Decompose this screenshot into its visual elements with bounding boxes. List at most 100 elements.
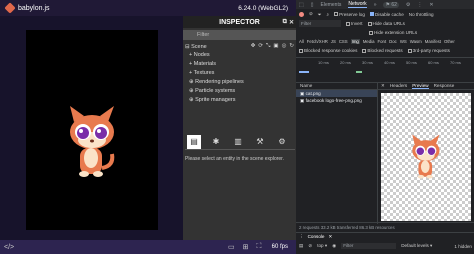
tab-preview[interactable]: Preview [412, 83, 429, 89]
type-js[interactable]: JS [331, 39, 336, 44]
inspector-panel: INSPECTOR ⧉ ✕ Filter ⊟ Scene ✥ ⟳ ⤡ ▣ ◎ ↻… [183, 16, 296, 240]
third-party-checkbox[interactable]: 3rd-party requests [407, 48, 450, 53]
tree-item-sprite-managers[interactable]: ⊕ Sprite managers [183, 96, 296, 105]
debug-tab-icon[interactable]: ✱ [209, 135, 223, 149]
code-editor-icon[interactable]: </> [4, 244, 14, 251]
network-status-bar: 2 requests 33.2 kB transferred 86.3 kB r… [296, 222, 474, 231]
tree-item-nodes[interactable]: + Nodes [183, 51, 296, 60]
request-list-header[interactable]: Name [296, 82, 377, 90]
details-tabbar: ✕ Headers Preview Response [378, 82, 474, 90]
type-font[interactable]: Font [378, 39, 387, 44]
hide-data-urls-checkbox[interactable]: Hide data URLs [367, 21, 405, 26]
devtools-menu-icon[interactable]: ⋮ [417, 2, 422, 8]
tab-response[interactable]: Response [434, 83, 455, 88]
type-css[interactable]: CSS [339, 39, 348, 44]
type-manifest[interactable]: Manifest [425, 39, 441, 44]
timeline-label: 70 ms [450, 60, 461, 65]
gizmo-scale-icon[interactable]: ⤡ [266, 43, 270, 50]
drawer-tab-close-icon[interactable]: ✕ [328, 233, 332, 241]
network-filter-row-2: Hide extension URLs [296, 28, 474, 37]
console-filter-input[interactable]: Filter [341, 243, 397, 249]
type-all[interactable]: All [299, 39, 304, 44]
hidden-messages-count: 1 hidden [454, 243, 472, 249]
render-canvas[interactable] [26, 30, 158, 230]
devtools-inspect-icon[interactable]: ⬚ [299, 2, 304, 8]
record-icon[interactable] [299, 11, 304, 17]
type-doc[interactable]: Doc [389, 39, 397, 44]
throttling-select[interactable]: No throttling [409, 12, 434, 17]
popout-icon[interactable]: ⧉ [283, 19, 287, 26]
type-ws[interactable]: WS [400, 39, 407, 44]
context-select[interactable]: top ▾ [317, 243, 327, 249]
tab-elements[interactable]: Elements [321, 2, 342, 8]
settings-tab-icon[interactable]: ⚙ [275, 135, 289, 149]
fps-counter: 60 fps [271, 244, 288, 250]
type-fetch-xhr[interactable]: Fetch/XHR [307, 39, 328, 44]
type-media[interactable]: Media [363, 39, 375, 44]
drawer-menu-icon[interactable]: ⋮ [299, 233, 304, 241]
app-title: babylon.js [18, 4, 50, 12]
blocked-cookies-checkbox[interactable]: Blocked response cookies [299, 48, 357, 53]
type-other[interactable]: Other [444, 39, 455, 44]
statistics-tab-icon[interactable]: ▥ [231, 135, 245, 149]
log-levels-select[interactable]: Default levels ▾ [401, 243, 432, 249]
tab-console[interactable]: Console [308, 233, 325, 241]
network-filter-input[interactable]: Filter [299, 20, 341, 27]
type-wasm[interactable]: Wasm [410, 39, 422, 44]
gizmo-move-icon[interactable]: ✥ [251, 43, 256, 50]
console-drawer: ⋮ Console ✕ ▤ ⊘ top ▾ ◉ Filter Default l… [296, 232, 474, 254]
invert-checkbox[interactable]: Invert [346, 21, 363, 26]
picking-icon[interactable]: ◎ [282, 43, 287, 50]
app-header: babylon.js 6.24.0 (WebGL2) [0, 0, 296, 16]
babylon-logo-icon [4, 2, 16, 14]
type-img[interactable]: Img [350, 39, 360, 44]
request-row[interactable]: ▣ facebook logo-free-png.png [296, 97, 377, 104]
tree-item-particle-systems[interactable]: ⊕ Particle systems [183, 87, 296, 96]
request-row[interactable]: ▣ cat.png [296, 90, 377, 97]
refresh-icon[interactable]: ↻ [289, 43, 294, 50]
blocked-requests-checkbox[interactable]: Blocked requests [362, 48, 403, 53]
devtools-panel: ⬚ ▯ Elements Network » ⚑ 62 ⚙ ⋮ ✕ ⊘ ⏷ ⌕ … [296, 0, 474, 254]
empty-selection-message: Please select an entity in the scene exp… [185, 156, 284, 162]
gizmo-rotate-icon[interactable]: ⟳ [258, 43, 263, 50]
tree-item-materials[interactable]: + Materials [183, 60, 296, 69]
timeline-request-bar [356, 71, 362, 73]
chat-icon[interactable]: ▭ [228, 243, 235, 251]
preserve-log-checkbox[interactable]: Preserve log [334, 12, 365, 17]
devtools-settings-icon[interactable]: ⚙ [406, 2, 410, 8]
tree-item-rendering-pipelines[interactable]: ⊕ Rendering pipelines [183, 78, 296, 87]
hide-extension-urls-checkbox[interactable]: Hide extension URLs [369, 30, 417, 35]
details-close-icon[interactable]: ✕ [381, 83, 385, 89]
search-icon[interactable]: ⌕ [327, 12, 330, 17]
tab-network[interactable]: Network [348, 1, 367, 8]
close-icon[interactable]: ✕ [289, 19, 294, 26]
inspector-toggle-icon[interactable]: ⊞ [243, 243, 249, 251]
tree-item-textures[interactable]: + Textures [183, 69, 296, 78]
tools-tab-icon[interactable]: ⚒ [253, 135, 267, 149]
clear-icon[interactable]: ⊘ [309, 11, 313, 17]
blocked-filter-row: Blocked response cookies Blocked request… [296, 46, 474, 55]
inspector-filter-input[interactable]: Filter [183, 30, 296, 40]
drawer-tabbar: ⋮ Console ✕ [296, 233, 474, 241]
network-timeline[interactable]: 10 ms 20 ms 30 ms 40 ms 50 ms 60 ms 70 m… [296, 57, 474, 83]
console-sidebar-icon[interactable]: ▤ [299, 243, 303, 249]
disable-cache-checkbox[interactable]: Disable cache [369, 12, 404, 17]
inspector-header: INSPECTOR ⧉ ✕ [183, 16, 296, 28]
inspector-title: INSPECTOR [219, 18, 260, 26]
scene-node[interactable]: ⊟ Scene ✥ ⟳ ⤡ ▣ ◎ ↻ [183, 42, 296, 51]
issues-badge[interactable]: ⚑ 62 [383, 1, 399, 8]
tab-headers[interactable]: Headers [390, 83, 407, 88]
devtools-close-icon[interactable]: ✕ [429, 2, 433, 8]
bounds-icon[interactable]: ▣ [273, 43, 278, 50]
console-clear-icon[interactable]: ⊘ [308, 243, 312, 249]
request-list: Name ▣ cat.png ▣ facebook logo-free-png.… [296, 82, 378, 224]
filter-icon[interactable]: ⏷ [318, 12, 322, 17]
live-expression-icon[interactable]: ◉ [332, 243, 336, 249]
devtools-device-icon[interactable]: ▯ [311, 2, 314, 8]
more-tabs-icon[interactable]: » [374, 2, 377, 8]
timeline-label: 50 ms [406, 60, 417, 65]
properties-tab-icon[interactable]: ▤ [187, 134, 201, 149]
request-details: ✕ Headers Preview Response [378, 82, 474, 224]
fullscreen-icon[interactable]: ⛶ [257, 243, 262, 251]
inspector-tabs: ▤ ✱ ▥ ⚒ ⚙ [185, 134, 295, 150]
